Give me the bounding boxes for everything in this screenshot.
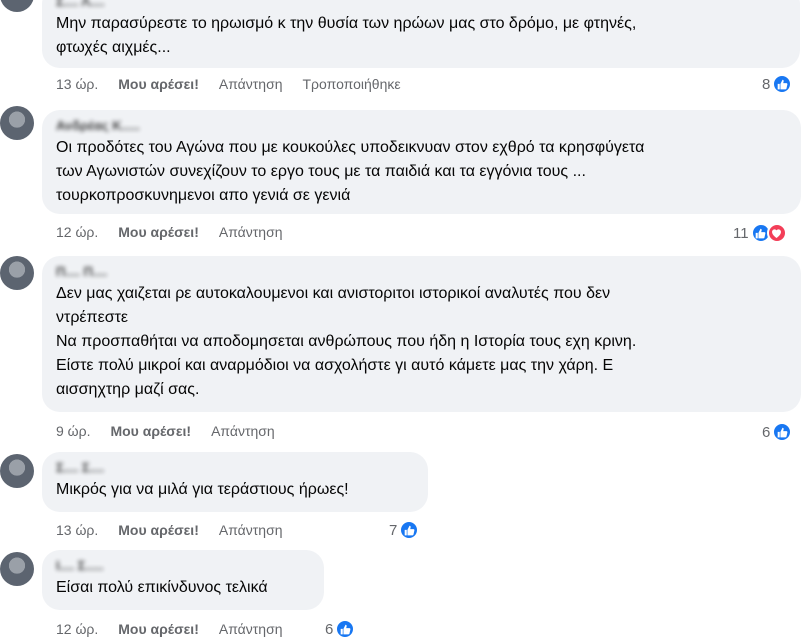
reply-button[interactable]: Απάντηση xyxy=(211,423,275,439)
like-icon xyxy=(772,74,793,94)
like-icon xyxy=(772,422,793,442)
reaction-summary[interactable]: 6 xyxy=(762,421,793,443)
reply-button[interactable]: Απάντηση xyxy=(219,76,283,92)
comment-actions: 13 ώρ. Μου αρέσει! Απάντηση Τροποποιήθηκ… xyxy=(56,74,401,94)
reaction-summary[interactable]: 6 xyxy=(325,618,356,640)
comment-text: Είσαι πολύ επικίνδυνος τελικά xyxy=(56,579,268,596)
comment-bubble: Π.... Π.... Δεν μας χαιζεται ρε αυτοκαλο… xyxy=(42,256,801,412)
comment-time[interactable]: 12 ώρ. xyxy=(56,621,98,637)
comment-actions: 13 ώρ. Μου αρέσει! Απάντηση xyxy=(56,520,283,540)
comment-bubble: Ανδρέας Κ..... Οι προδότες του Αγώνα που… xyxy=(42,110,801,214)
reaction-count: 7 xyxy=(389,521,398,539)
reply-button[interactable]: Απάντηση xyxy=(219,522,283,538)
reaction-summary[interactable]: 7 xyxy=(389,519,420,541)
reply-button[interactable]: Απάντηση xyxy=(219,224,283,240)
like-button[interactable]: Μου αρέσει! xyxy=(110,423,191,439)
comment-text: Μην παρασύρεστε το ηρωισμό κ την θυσία τ… xyxy=(56,15,637,56)
comment-text: Μικρός για να μιλά για τεράστιους ήρωες! xyxy=(56,481,349,498)
reaction-count: 8 xyxy=(762,75,771,93)
comment-time[interactable]: 13 ώρ. xyxy=(56,522,98,538)
avatar[interactable] xyxy=(0,106,34,140)
comment-text: Δεν μας χαιζεται ρε αυτοκαλουμενοι και α… xyxy=(56,285,637,398)
love-icon xyxy=(766,223,787,243)
comment-actions: 12 ώρ. Μου αρέσει! Απάντηση xyxy=(56,619,283,639)
like-icon xyxy=(399,520,420,540)
comment-time[interactable]: 12 ώρ. xyxy=(56,224,98,240)
reaction-summary[interactable]: 8 xyxy=(762,73,793,95)
comment-actions: 12 ώρ. Μου αρέσει! Απάντηση xyxy=(56,222,283,242)
comment-time[interactable]: 13 ώρ. xyxy=(56,76,98,92)
reaction-summary[interactable]: 11 xyxy=(733,222,787,244)
like-button[interactable]: Μου αρέσει! xyxy=(118,224,199,240)
comment-author[interactable]: Σ.... Σ.... xyxy=(56,460,416,474)
comment-author[interactable]: Ανδρέας Κ..... xyxy=(56,118,789,132)
comment-bubble: Σ.... Σ.... Μικρός για να μιλά για τεράσ… xyxy=(42,452,428,512)
like-button[interactable]: Μου αρέσει! xyxy=(118,522,199,538)
comment-text: Οι προδότες του Αγώνα που με κουκούλες υ… xyxy=(56,139,645,204)
comment-bubble: Ι.... Σ..... Είσαι πολύ επικίνδυνος τελι… xyxy=(42,550,324,610)
like-button[interactable]: Μου αρέσει! xyxy=(118,621,199,637)
edited-label[interactable]: Τροποποιήθηκε xyxy=(303,76,401,92)
comment-actions: 9 ώρ. Μου αρέσει! Απάντηση xyxy=(56,421,275,441)
like-button[interactable]: Μου αρέσει! xyxy=(118,76,199,92)
comment-author[interactable]: Σ.... Λ.... xyxy=(56,0,788,8)
comments-feed: Σ.... Λ.... Μην παρασύρεστε το ηρωισμό κ… xyxy=(0,0,805,643)
comment-author[interactable]: Π.... Π.... xyxy=(56,264,789,278)
avatar[interactable] xyxy=(0,454,34,488)
reply-button[interactable]: Απάντηση xyxy=(219,621,283,637)
comment-author[interactable]: Ι.... Σ..... xyxy=(56,558,312,572)
reaction-count: 11 xyxy=(733,224,749,242)
comment-bubble: Σ.... Λ.... Μην παρασύρεστε το ηρωισμό κ… xyxy=(42,0,800,68)
avatar[interactable] xyxy=(0,256,34,290)
reaction-count: 6 xyxy=(325,620,334,638)
avatar[interactable] xyxy=(0,0,34,12)
like-icon xyxy=(335,619,356,639)
avatar[interactable] xyxy=(0,552,34,586)
comment-time[interactable]: 9 ώρ. xyxy=(56,423,90,439)
reaction-count: 6 xyxy=(762,423,771,441)
